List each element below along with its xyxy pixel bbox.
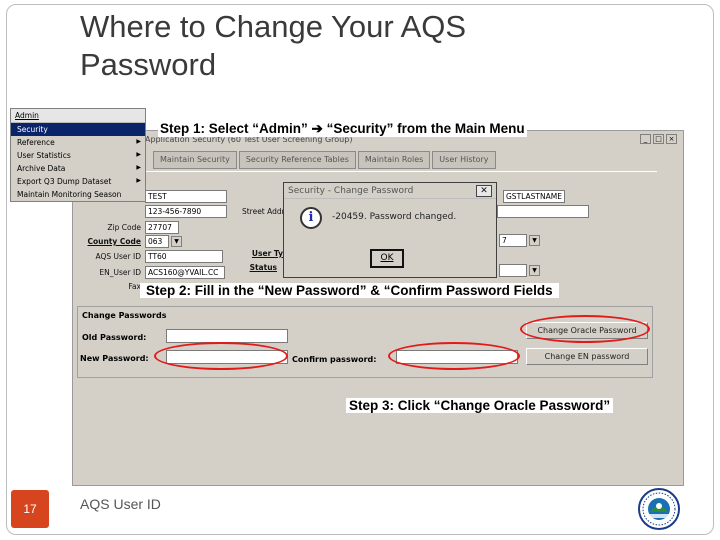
en-user-label: EN_User ID bbox=[99, 268, 141, 277]
menu-item-label: User Statistics bbox=[17, 151, 71, 160]
chevron-down-icon[interactable]: ▼ bbox=[529, 235, 540, 246]
change-passwords-header: Change Passwords bbox=[82, 311, 167, 320]
admin-menu: Admin Security Reference ▶ User Statistic… bbox=[10, 108, 146, 202]
right-field[interactable]: 7 bbox=[499, 234, 527, 247]
chevron-right-icon: ▶ bbox=[136, 138, 141, 145]
dialog-message: -20459. Password changed. bbox=[332, 212, 457, 222]
menu-item-label: Archive Data bbox=[17, 164, 66, 173]
highlight-oval-new-password bbox=[154, 342, 288, 370]
chevron-down-icon[interactable]: ▼ bbox=[529, 265, 540, 276]
menu-item-security[interactable]: Security bbox=[11, 123, 145, 136]
tab-maintain-roles[interactable]: Maintain Roles bbox=[357, 151, 431, 169]
confirm-password-label: Confirm password: bbox=[292, 355, 377, 364]
change-en-password-button[interactable]: Change EN password bbox=[526, 348, 648, 365]
menu-admin[interactable]: Admin bbox=[11, 109, 145, 123]
zip-field[interactable]: 27707 bbox=[145, 221, 179, 234]
name-field[interactable]: TEST bbox=[145, 190, 227, 203]
ok-button[interactable]: OK bbox=[370, 249, 404, 268]
footer-text: AQS User ID bbox=[80, 496, 161, 512]
menu-item-reference[interactable]: Reference ▶ bbox=[11, 136, 145, 149]
change-password-dialog: Security - Change Password ✕ i -20459. P… bbox=[283, 182, 497, 278]
last-name-field[interactable]: GSTLASTNAME bbox=[503, 190, 565, 203]
menu-item-user-statistics[interactable]: User Statistics ▶ bbox=[11, 149, 145, 162]
chevron-right-icon: ▶ bbox=[136, 177, 141, 184]
right-field-2[interactable] bbox=[499, 264, 527, 277]
phone-field[interactable]: 123-456-7890 bbox=[145, 205, 227, 218]
highlight-oval-confirm-password bbox=[388, 342, 520, 370]
aqs-user-label: AQS User ID bbox=[95, 252, 141, 261]
slide-title: Where to Change Your AQS Password bbox=[80, 8, 466, 84]
menu-item-label: Reference bbox=[17, 138, 55, 147]
chevron-right-icon: ▶ bbox=[136, 151, 141, 158]
maximize-icon[interactable]: □ bbox=[653, 134, 664, 144]
county-label: County Code bbox=[87, 237, 141, 246]
tab-maintain-security[interactable]: Maintain Security bbox=[153, 151, 237, 169]
close-icon[interactable]: × bbox=[666, 134, 677, 144]
step3-caption: Step 3: Click “Change Oracle Password” bbox=[346, 398, 614, 413]
step2-caption: Step 2: Fill in the “New Password” & “Co… bbox=[140, 283, 559, 298]
step1-caption: Step 1: Select “Admin” ➔ “Security” from… bbox=[158, 121, 527, 137]
zip-label: Zip Code bbox=[107, 223, 141, 232]
info-icon: i bbox=[300, 207, 322, 229]
menu-item-maintain-monitoring[interactable]: Maintain Monitoring Season bbox=[11, 188, 145, 201]
highlight-oval-oracle-button bbox=[520, 315, 650, 343]
new-password-label: New Password: bbox=[80, 354, 149, 363]
slide-title-line1: Where to Change Your AQS bbox=[80, 9, 467, 44]
tab-security-reference-tables[interactable]: Security Reference Tables bbox=[238, 151, 356, 169]
slide-title-line2: Password bbox=[80, 46, 217, 82]
menu-item-label: Maintain Monitoring Season bbox=[17, 190, 122, 199]
old-password-label: Old Password: bbox=[82, 333, 147, 342]
chevron-down-icon[interactable]: ▼ bbox=[171, 236, 182, 247]
app-tabs: Maintain Security Security Reference Tab… bbox=[153, 151, 496, 169]
tab-user-history[interactable]: User History bbox=[432, 151, 496, 169]
menu-item-archive-data[interactable]: Archive Data ▶ bbox=[11, 162, 145, 175]
dialog-title: Security - Change Password ✕ bbox=[284, 183, 496, 199]
page-number: 17 bbox=[11, 490, 49, 528]
minimize-icon[interactable]: _ bbox=[640, 134, 651, 144]
menu-item-label: Export Q3 Dump Dataset bbox=[17, 177, 112, 186]
chevron-right-icon: ▶ bbox=[136, 164, 141, 171]
menu-item-export-dump[interactable]: Export Q3 Dump Dataset ▶ bbox=[11, 175, 145, 188]
user-type-label: User Ty bbox=[251, 249, 283, 258]
fax-label: Fax bbox=[128, 282, 141, 291]
county-field[interactable]: 063 bbox=[145, 235, 169, 248]
old-password-input[interactable] bbox=[166, 329, 288, 343]
aqs-user-field[interactable]: TT60 bbox=[145, 250, 223, 263]
close-icon[interactable]: ✕ bbox=[476, 185, 492, 197]
dialog-title-text: Security - Change Password bbox=[288, 186, 414, 196]
address-field[interactable] bbox=[497, 205, 589, 218]
menu-item-label: Security bbox=[17, 125, 48, 134]
epa-seal-logo bbox=[638, 488, 680, 530]
en-user-field[interactable]: ACS160@YVAIL.CC bbox=[145, 266, 225, 279]
